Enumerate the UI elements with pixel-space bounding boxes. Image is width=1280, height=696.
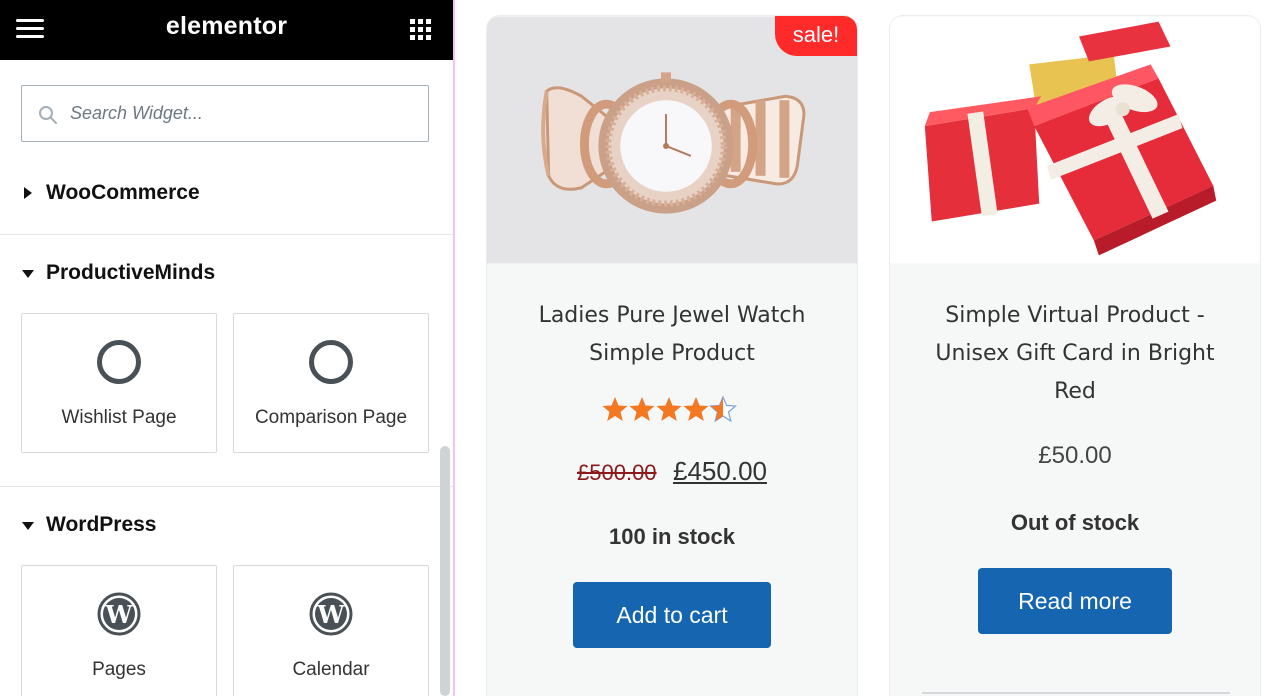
divider — [922, 692, 1230, 694]
stock-status: 100 in stock — [609, 524, 735, 549]
product-image-gift[interactable] — [890, 16, 1260, 264]
panel-scrollbar[interactable] — [440, 446, 450, 696]
price: £50.00 — [890, 442, 1260, 470]
price: £500.00 £450.00 — [487, 456, 857, 487]
divider — [0, 486, 453, 487]
star-rating — [487, 394, 857, 429]
category-label: WordPress — [46, 513, 157, 536]
product-title-line: Simple Virtual Product - — [945, 303, 1205, 328]
category-label: ProductiveMinds — [46, 261, 216, 284]
search-input[interactable] — [70, 86, 420, 141]
wordpress-icon: W — [309, 592, 353, 636]
caret-right-icon — [24, 187, 32, 199]
product-title-line: Ladies Pure Jewel Watch — [538, 303, 806, 328]
svg-text:W: W — [317, 600, 346, 629]
widget-calendar[interactable]: W Calendar — [233, 565, 429, 696]
divider — [0, 234, 453, 235]
category-woocommerce[interactable]: WooCommerce — [0, 174, 453, 214]
product-title[interactable]: Ladies Pure Jewel Watch Simple Product — [487, 297, 857, 373]
widget-label: Calendar — [292, 659, 370, 680]
elementor-logo: elementor — [165, 12, 288, 40]
category-label: WooCommerce — [46, 181, 200, 204]
product-title[interactable]: Simple Virtual Product - Unisex Gift Car… — [890, 297, 1260, 411]
widget-pages[interactable]: W Pages — [21, 565, 217, 696]
app: elementor WooCommerce ProductiveMinds Wi — [0, 0, 1280, 696]
sale-badge: sale! — [775, 16, 857, 56]
category-productiveminds[interactable]: ProductiveMinds — [0, 254, 453, 294]
sale-price: £450.00 — [673, 456, 767, 486]
widget-label: Pages — [92, 659, 146, 680]
wordpress-icon: W — [97, 592, 141, 636]
stock-status: Out of stock — [1010, 510, 1140, 535]
add-to-cart-button[interactable]: Add to cart — [573, 582, 771, 648]
elementor-panel: elementor WooCommerce ProductiveMinds Wi — [0, 0, 453, 696]
product-title-line: Unisex Gift Card in Bright — [935, 341, 1215, 366]
regular-price: £50.00 — [1038, 442, 1112, 469]
regular-price: £500.00 — [577, 460, 657, 485]
product-card: Simple Virtual Product - Unisex Gift Car… — [889, 15, 1261, 696]
caret-down-icon — [22, 270, 34, 278]
widget-comparison-page[interactable]: Comparison Page — [233, 313, 429, 453]
search-icon — [39, 106, 57, 124]
caret-down-icon — [22, 522, 34, 530]
search-widget-box[interactable] — [21, 85, 429, 142]
circle-icon — [309, 340, 353, 384]
rating-stars-icon — [602, 396, 737, 422]
widget-label: Comparison Page — [254, 407, 408, 428]
widget-label: Wishlist Page — [61, 407, 177, 428]
product-card: sale! Ladies Pure Jewel Watch Simple Pro… — [486, 15, 858, 696]
category-wordpress[interactable]: WordPress — [0, 506, 453, 546]
product-title-line: Red — [1054, 379, 1096, 404]
svg-text:W: W — [105, 600, 134, 629]
read-more-button[interactable]: Read more — [978, 568, 1172, 634]
circle-icon — [97, 340, 141, 384]
preview-frame-edge — [453, 0, 455, 696]
widget-wishlist-page[interactable]: Wishlist Page — [21, 313, 217, 453]
apps-grid-icon[interactable] — [410, 19, 431, 40]
product-title-line: Simple Product — [589, 341, 755, 366]
panel-header: elementor — [0, 0, 453, 60]
